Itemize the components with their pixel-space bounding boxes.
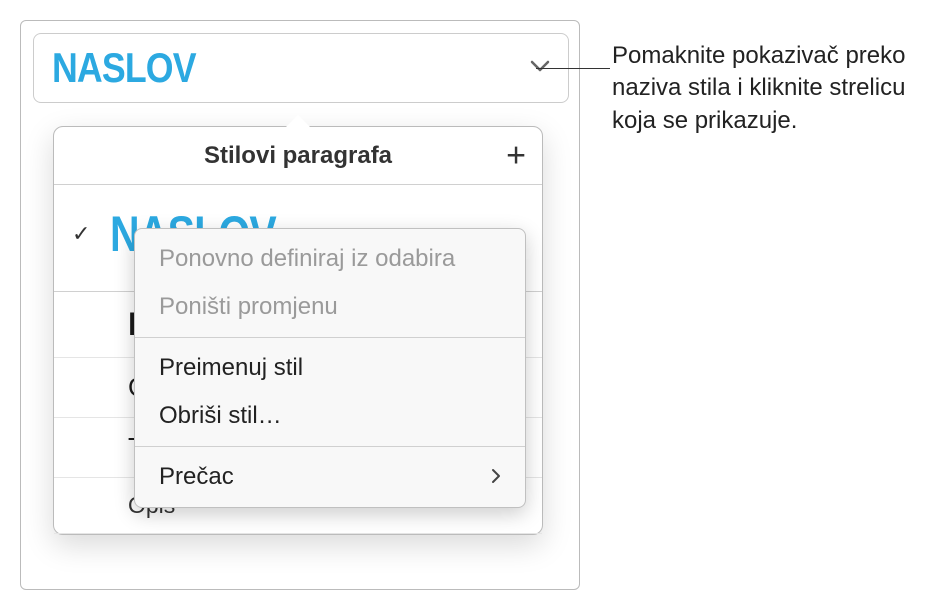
callout-text: Pomaknite pokazivač preko naziva stila i… (612, 40, 947, 137)
menu-shortcut[interactable]: Prečac (135, 453, 525, 501)
menu-rename-style[interactable]: Preimenuj stil (135, 344, 525, 392)
paragraph-style-picker[interactable]: NASLOV (33, 33, 569, 103)
menu-item-label: Preimenuj stil (159, 354, 303, 382)
callout-leader-line (536, 68, 610, 69)
menu-divider (135, 446, 525, 447)
menu-redefine-from-selection: Ponovno definiraj iz odabira (135, 235, 525, 283)
menu-item-label: Prečac (159, 463, 234, 491)
menu-item-label: Ponovno definiraj iz odabira (159, 245, 455, 273)
style-context-menu: Ponovno definiraj iz odabira Poništi pro… (134, 228, 526, 508)
menu-divider (135, 337, 525, 338)
menu-item-label: Poništi promjenu (159, 293, 338, 321)
add-style-button[interactable]: + (506, 136, 526, 175)
menu-item-label: Obriši stil… (159, 402, 282, 430)
current-style-label: NASLOV (52, 44, 196, 92)
checkmark-icon: ✓ (72, 221, 90, 247)
menu-undo-change: Poništi promjenu (135, 283, 525, 331)
chevron-right-icon (491, 463, 501, 491)
menu-delete-style[interactable]: Obriši stil… (135, 392, 525, 440)
popover-header: Stilovi paragrafa + (54, 127, 542, 185)
popover-title: Stilovi paragrafa (204, 142, 392, 170)
